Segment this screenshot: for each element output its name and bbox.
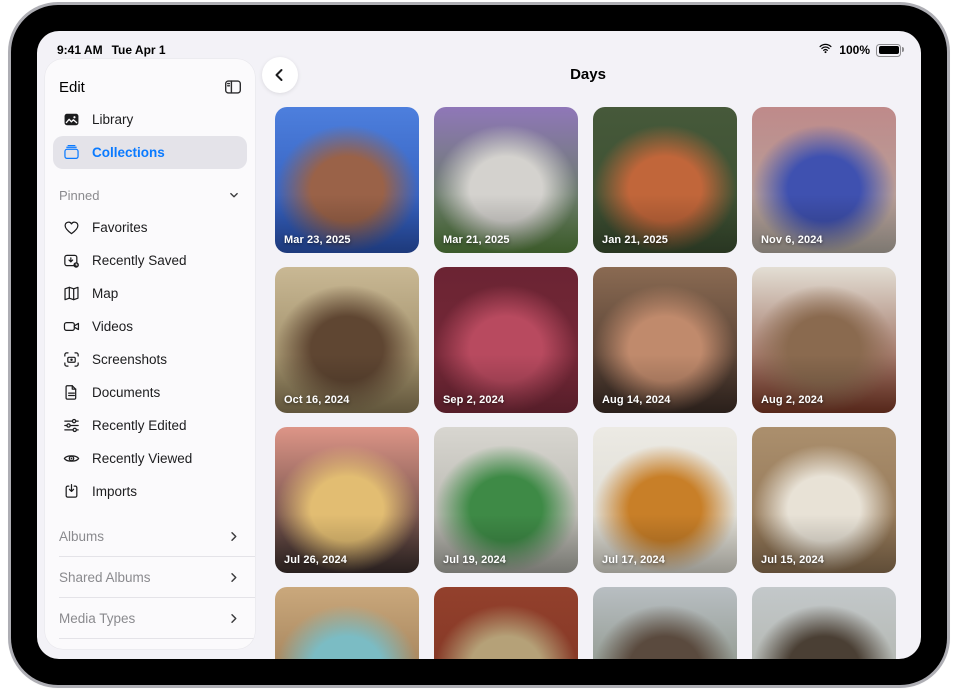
- photo-tile[interactable]: Jul 17, 2024: [593, 427, 737, 573]
- photo-date-label: Jul 19, 2024: [443, 554, 506, 566]
- sidebar-item-label: Recently Edited: [92, 418, 187, 433]
- sidebar-item-collections[interactable]: Collections: [53, 136, 247, 169]
- clock: 9:41 AM: [57, 43, 103, 57]
- status-date: Tue Apr 1: [112, 43, 166, 57]
- screenshot-icon: [59, 350, 83, 369]
- photo-tile[interactable]: Nov 6, 2024: [752, 107, 896, 253]
- sidebar-sections: Albums Shared Albums Media Types: [45, 516, 255, 639]
- photo-tile[interactable]: Sep 2, 2024: [434, 267, 578, 413]
- battery-icon: [876, 44, 901, 57]
- photo-grid: Mar 23, 2025 Mar 21, 2025 Jan 21, 2025 Nov …: [275, 107, 896, 659]
- photo-tile[interactable]: Jul 26, 2024: [275, 427, 419, 573]
- sidebar-pinned-items: Favorites Recently Saved Map Videos Screensh…: [45, 211, 255, 508]
- sidebar-item-label: Imports: [92, 484, 137, 499]
- sidebar-header: Edit: [59, 71, 243, 103]
- sidebar-item-library[interactable]: Library: [53, 103, 247, 136]
- section-label: Shared Albums: [59, 570, 151, 585]
- photo-tile[interactable]: Oct 16, 2024: [275, 267, 419, 413]
- sidebar-item-screenshots[interactable]: Screenshots: [53, 343, 247, 376]
- sidebar-item-label: Recently Viewed: [92, 451, 192, 466]
- chevron-right-icon: [226, 611, 241, 626]
- document-icon: [59, 383, 83, 402]
- photo-date-label: Aug 14, 2024: [602, 394, 670, 406]
- eye-icon: [59, 449, 83, 468]
- battery-percent: 100%: [839, 43, 870, 57]
- section-label: Albums: [59, 529, 104, 544]
- page-title: Days: [255, 66, 921, 83]
- photo-tile[interactable]: Mar 21, 2025: [434, 107, 578, 253]
- sidebar-item-favorites[interactable]: Favorites: [53, 211, 247, 244]
- divider: [59, 638, 255, 639]
- section-label: Media Types: [59, 611, 135, 626]
- sidebar-item-recently-edited[interactable]: Recently Edited: [53, 409, 247, 442]
- photo-date-label: Jan 21, 2025: [602, 234, 668, 246]
- photo-date-label: Mar 23, 2025: [284, 234, 351, 246]
- pinned-section-header[interactable]: Pinned: [59, 181, 241, 209]
- map-icon: [59, 284, 83, 303]
- main-content: Days Mar 23, 2025 Mar 21, 2025 Jan 21, 202…: [255, 57, 921, 659]
- photo-tile[interactable]: [275, 587, 419, 659]
- sidebar-item-label: Map: [92, 286, 118, 301]
- chevron-right-icon: [226, 570, 241, 585]
- screen: 9:41 AM Tue Apr 1 100% Edit Library Colle…: [37, 31, 921, 659]
- collections-icon: [59, 143, 83, 162]
- photo-date-label: Oct 16, 2024: [284, 394, 349, 406]
- sidebar-item-documents[interactable]: Documents: [53, 376, 247, 409]
- photo-date-label: Nov 6, 2024: [761, 234, 823, 246]
- photo-tile[interactable]: [434, 587, 578, 659]
- photo-date-label: Jul 17, 2024: [602, 554, 665, 566]
- photo-date-label: Jul 26, 2024: [284, 554, 347, 566]
- photo-tile[interactable]: Aug 14, 2024: [593, 267, 737, 413]
- heart-icon: [59, 218, 83, 237]
- photo-date-label: Mar 21, 2025: [443, 234, 510, 246]
- photo-tile[interactable]: Mar 23, 2025: [275, 107, 419, 253]
- photo-tile[interactable]: [593, 587, 737, 659]
- device-frame: 9:41 AM Tue Apr 1 100% Edit Library Colle…: [11, 5, 947, 685]
- status-bar: 9:41 AM Tue Apr 1 100%: [37, 31, 921, 59]
- sidebar-item-label: Screenshots: [92, 352, 167, 367]
- sidebar-item-label: Favorites: [92, 220, 148, 235]
- edit-button[interactable]: Edit: [59, 79, 85, 96]
- photo-tile[interactable]: [752, 587, 896, 659]
- sliders-icon: [59, 416, 83, 435]
- photo-date-label: Sep 2, 2024: [443, 394, 504, 406]
- chevron-right-icon: [226, 529, 241, 544]
- sidebar-item-label: Videos: [92, 319, 133, 334]
- sidebar-item-videos[interactable]: Videos: [53, 310, 247, 343]
- sidebar-item-label: Library: [92, 112, 133, 127]
- sidebar-item-imports[interactable]: Imports: [53, 475, 247, 508]
- sidebar-item-recently-saved[interactable]: Recently Saved: [53, 244, 247, 277]
- sidebar-item-label: Collections: [92, 145, 165, 160]
- photo-tile[interactable]: Aug 2, 2024: [752, 267, 896, 413]
- photo-date-label: Jul 15, 2024: [761, 554, 824, 566]
- import-icon: [59, 482, 83, 501]
- pinned-label: Pinned: [59, 188, 99, 203]
- sidebar-item-recently-viewed[interactable]: Recently Viewed: [53, 442, 247, 475]
- sidebar-section-media-types[interactable]: Media Types: [53, 598, 247, 638]
- sidebar-toggle-button[interactable]: [223, 77, 243, 97]
- sidebar-top-items: Library Collections: [45, 103, 255, 169]
- sidebar-item-map[interactable]: Map: [53, 277, 247, 310]
- sidebar: Edit Library Collections Pinned Favorites…: [45, 59, 255, 649]
- video-camera-icon: [59, 317, 83, 336]
- sidebar-item-label: Documents: [92, 385, 160, 400]
- sidebar-section-shared-albums[interactable]: Shared Albums: [53, 557, 247, 597]
- sidebar-section-albums[interactable]: Albums: [53, 516, 247, 556]
- photo-tile[interactable]: Jan 21, 2025: [593, 107, 737, 253]
- photos-icon: [59, 110, 83, 129]
- photo-date-label: Aug 2, 2024: [761, 394, 823, 406]
- sidebar-item-label: Recently Saved: [92, 253, 187, 268]
- chevron-down-icon: [227, 188, 241, 202]
- photo-tile[interactable]: Jul 19, 2024: [434, 427, 578, 573]
- recently-saved-icon: [59, 251, 83, 270]
- photo-tile[interactable]: Jul 15, 2024: [752, 427, 896, 573]
